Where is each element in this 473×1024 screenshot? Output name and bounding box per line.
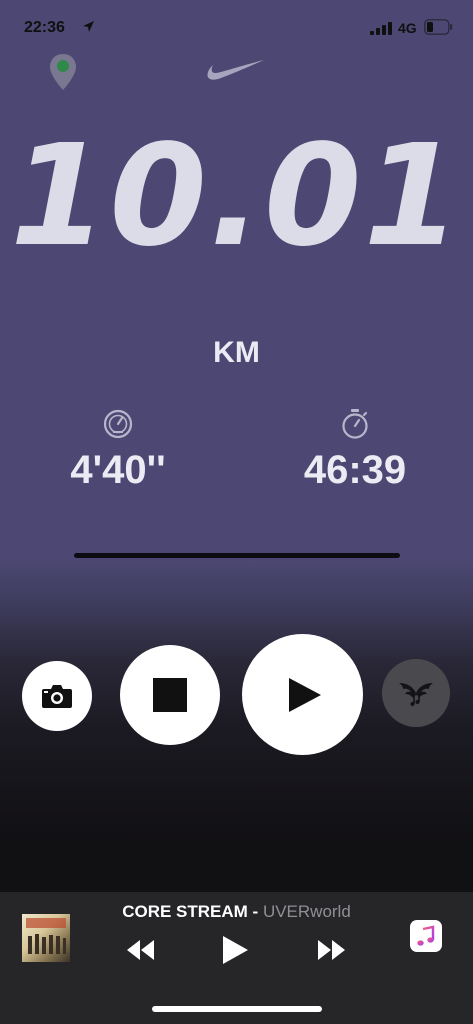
camera-icon <box>42 685 72 708</box>
map-pin-icon[interactable] <box>48 52 78 92</box>
location-arrow-icon <box>83 21 94 32</box>
track-artist: UVERworld <box>262 902 351 921</box>
track-separator: - <box>247 902 263 921</box>
apple-music-icon[interactable] <box>410 920 442 952</box>
play-icon <box>288 677 321 712</box>
track-title: CORE STREAM <box>122 902 248 921</box>
run-screen: 22:36 4G 10.01 KM 4'40'' 46:39 CORE STRE… <box>0 0 473 1024</box>
mini-play-icon[interactable] <box>220 934 250 966</box>
rewind-icon[interactable] <box>124 938 156 962</box>
resume-button[interactable] <box>242 634 363 755</box>
now-playing-bar: CORE STREAM - UVERworld <box>0 892 473 1024</box>
status-bar: 22:36 4G <box>0 0 473 54</box>
powersong-wings-icon <box>399 683 433 706</box>
status-time: 22:36 <box>24 19 65 36</box>
track-info: CORE STREAM - UVERworld <box>0 902 473 922</box>
network-type: 4G <box>398 20 417 36</box>
signal-bars-icon <box>370 22 392 35</box>
speedometer-icon <box>103 409 133 439</box>
progress-bar <box>74 553 400 558</box>
home-indicator[interactable] <box>152 1006 322 1012</box>
stop-icon <box>153 678 187 712</box>
pace-value: 4'40'' <box>70 448 166 492</box>
duration-value: 46:39 <box>303 448 407 492</box>
camera-button[interactable] <box>22 661 92 731</box>
stopwatch-icon <box>342 409 368 439</box>
nike-swoosh-logo <box>207 60 264 80</box>
fast-forward-icon[interactable] <box>316 938 348 962</box>
distance-value: 10.01 <box>10 115 463 278</box>
powersong-button[interactable] <box>382 659 450 727</box>
stop-button[interactable] <box>120 645 220 745</box>
distance-unit: KM <box>213 336 260 369</box>
battery-icon <box>424 19 453 35</box>
